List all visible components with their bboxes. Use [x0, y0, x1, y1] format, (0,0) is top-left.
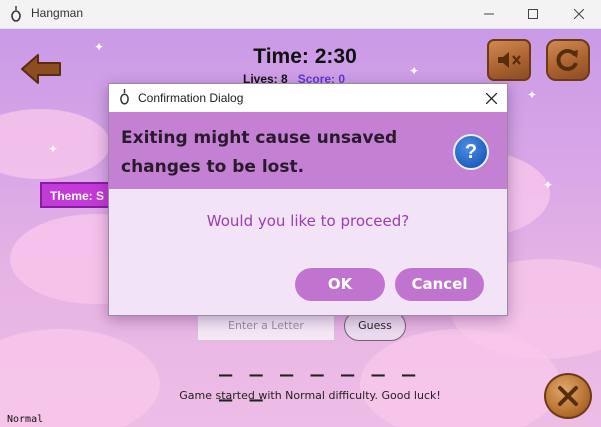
maximize-button[interactable]	[510, 0, 556, 28]
back-arrow-icon[interactable]	[20, 53, 62, 85]
sparkle-icon: ✦	[48, 142, 59, 156]
dialog-close-button[interactable]	[481, 88, 501, 108]
theme-label: Theme: S	[40, 182, 118, 208]
window-title: Hangman	[31, 6, 84, 20]
close-icon	[485, 92, 497, 104]
restart-icon	[556, 49, 578, 71]
ok-button[interactable]: OK	[295, 268, 385, 301]
sparkle-icon: ✦	[527, 88, 538, 102]
sparkle-icon: ✦	[543, 178, 554, 192]
dialog-heading: Exiting might cause unsaved changes to b…	[121, 128, 398, 177]
hangman-noose-icon	[120, 89, 129, 105]
mute-button[interactable]	[487, 39, 531, 81]
dialog-header: Exiting might cause unsaved changes to b…	[109, 112, 507, 189]
maximize-icon	[528, 9, 538, 19]
difficulty-label: Normal	[7, 414, 44, 425]
dialog-title: Confirmation Dialog	[138, 91, 244, 105]
dialog-message: Would you like to proceed?	[206, 212, 410, 230]
background-cloud	[0, 329, 160, 427]
mute-icon	[498, 52, 521, 68]
question-icon: ?	[453, 134, 489, 170]
sparkle-icon: ✦	[409, 64, 420, 78]
hint-icon	[558, 386, 578, 406]
close-window-button[interactable]	[556, 0, 601, 28]
timer-label: Time: 2:30	[253, 45, 357, 68]
confirmation-dialog: Confirmation Dialog Exiting might cause …	[108, 83, 508, 316]
hint-button[interactable]	[544, 373, 592, 419]
minimize-icon	[484, 13, 494, 15]
sparkle-icon: ✦	[94, 40, 105, 54]
dialog-titlebar: Confirmation Dialog	[109, 84, 507, 112]
window-titlebar: Hangman	[0, 0, 601, 29]
close-icon	[574, 9, 584, 19]
minimize-button[interactable]	[466, 0, 512, 28]
restart-button[interactable]	[546, 39, 590, 81]
cancel-button[interactable]: Cancel	[395, 268, 484, 301]
hangman-noose-icon	[11, 6, 21, 22]
status-message: Game started with Normal difficulty. Goo…	[179, 389, 441, 402]
